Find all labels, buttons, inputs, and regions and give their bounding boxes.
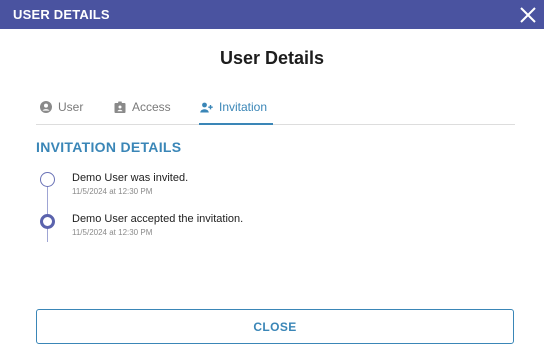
event-text: Demo User was invited. [72, 172, 189, 184]
page-title: User Details [219, 48, 325, 68]
timeline-dot-invited [40, 172, 55, 187]
tab-invitation[interactable]: Invitation [199, 90, 273, 125]
close-icon[interactable] [516, 3, 540, 27]
tab-access-label: Access [132, 100, 171, 114]
timeline-dot-accepted [40, 214, 55, 229]
tab-access[interactable]: Access [114, 90, 171, 124]
tab-bar: User Access Invitation [36, 90, 515, 125]
user-circle-icon [40, 101, 52, 113]
tab-invitation-label: Invitation [219, 100, 268, 114]
timeline-event-invited: Demo User was invited. 11/5/2024 at 12:3… [72, 172, 188, 196]
user-plus-icon [200, 102, 213, 112]
invitation-details-heading: INVITATION DETAILS [36, 139, 182, 155]
timeline-event-accepted: Demo User accepted the invitation. 11/5/… [72, 213, 243, 237]
event-timestamp: 11/5/2024 at 12:30 PM [72, 187, 153, 196]
dialog-titlebar: USER DETAILS [0, 0, 544, 29]
id-badge-icon [114, 101, 126, 113]
event-text: Demo User accepted the invitation. [72, 213, 244, 225]
tab-user[interactable]: User [40, 90, 83, 124]
tab-user-label: User [58, 100, 84, 114]
event-timestamp: 11/5/2024 at 12:30 PM [72, 228, 153, 237]
invitation-timeline: Demo User was invited. 11/5/2024 at 12:3… [40, 170, 510, 245]
close-button[interactable]: CLOSE [36, 309, 514, 344]
dialog-title: USER DETAILS [13, 7, 110, 22]
